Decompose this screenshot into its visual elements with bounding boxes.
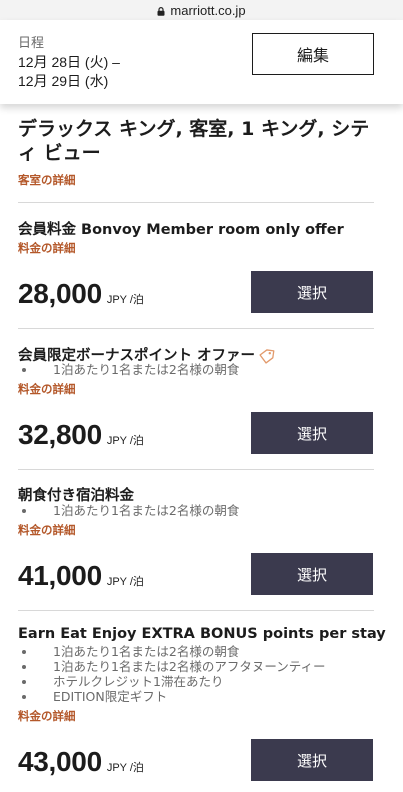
inclusion-item: 1泊あたり1名または2名様の朝食 xyxy=(18,644,326,659)
rate-inclusions-list: 1泊あたり1名または2名様の朝食 1泊あたり1名または2名様のアフタヌーンティー… xyxy=(18,644,326,704)
price-amount: 43,000 xyxy=(18,746,102,777)
rate-name: Earn Eat Enjoy EXTRA BONUS points per st… xyxy=(18,626,386,642)
tag-icon xyxy=(259,349,275,364)
price-amount: 28,000 xyxy=(18,278,102,309)
select-rate-button[interactable]: 選択 xyxy=(251,739,373,781)
date-summary-bar: 日程 12月 28日 (火) – 12月 29日 (水) 編集 xyxy=(0,20,403,104)
rate-inclusions-list: 1泊あたり1名または2名様の朝食 xyxy=(18,503,239,518)
inclusion-item: 1泊あたり1名または2名様のアフタヌーンティー xyxy=(18,659,326,674)
price-unit: JPY /泊 xyxy=(106,294,144,306)
select-rate-button[interactable]: 選択 xyxy=(251,553,373,595)
rate-details-link[interactable]: 料金の詳細 xyxy=(18,708,76,724)
rate-details-link[interactable]: 料金の詳細 xyxy=(18,522,76,538)
inclusion-item: 1泊あたり1名または2名様の朝食 xyxy=(18,362,239,377)
inclusion-item: EDITION限定ギフト xyxy=(18,689,326,704)
divider xyxy=(18,202,374,203)
price-unit: JPY /泊 xyxy=(106,762,144,774)
rate-price: 43,000 JPY /泊 xyxy=(18,746,144,778)
price-amount: 41,000 xyxy=(18,560,102,591)
rate-name: 朝食付き宿泊料金 xyxy=(18,488,134,504)
inclusion-item: ホテルクレジット1滞在あたり xyxy=(18,674,326,689)
checkin-date: 12月 28日 (火) – xyxy=(18,54,120,70)
edit-dates-button[interactable]: 編集 xyxy=(252,33,374,75)
price-unit: JPY /泊 xyxy=(106,435,144,447)
lock-icon xyxy=(157,6,165,16)
rate-name: 会員料金 Bonvoy Member room only offer xyxy=(18,222,344,238)
url-text: marriott.co.jp xyxy=(170,2,246,18)
dates-label: 日程 xyxy=(18,35,45,50)
rate-details-link[interactable]: 料金の詳細 xyxy=(18,381,76,397)
divider xyxy=(18,610,374,611)
rate-price: 32,800 JPY /泊 xyxy=(18,419,144,451)
inclusion-item: 1泊あたり1名または2名様の朝食 xyxy=(18,503,239,518)
rate-price: 28,000 JPY /泊 xyxy=(18,278,144,310)
room-details-link[interactable]: 客室の詳細 xyxy=(18,172,76,188)
select-rate-button[interactable]: 選択 xyxy=(251,412,373,454)
divider xyxy=(18,469,374,470)
select-rate-button[interactable]: 選択 xyxy=(251,271,373,313)
rate-price: 41,000 JPY /泊 xyxy=(18,560,144,592)
browser-url-bar[interactable]: marriott.co.jp xyxy=(0,0,403,20)
rate-details-link[interactable]: 料金の詳細 xyxy=(18,240,76,256)
price-amount: 32,800 xyxy=(18,419,102,450)
rate-inclusions-list: 1泊あたり1名または2名様の朝食 xyxy=(18,362,239,377)
divider xyxy=(18,328,374,329)
checkout-date: 12月 29日 (水) xyxy=(18,73,109,89)
price-unit: JPY /泊 xyxy=(106,576,144,588)
room-title: デラックス キング, 客室, 1 キング, シティ ビュー xyxy=(18,118,370,164)
